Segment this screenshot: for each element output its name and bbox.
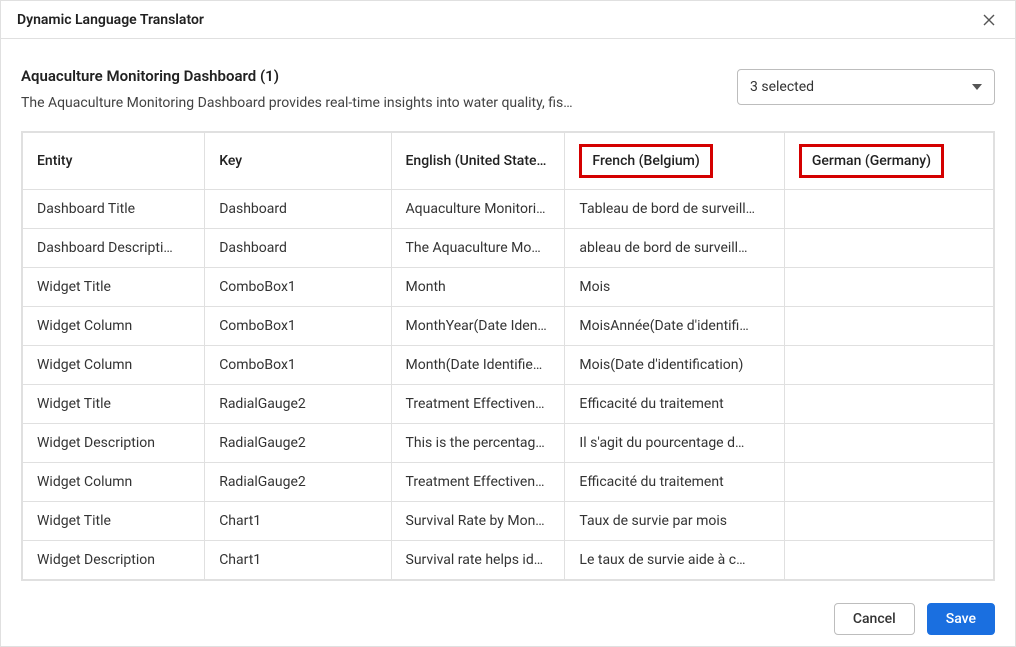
cell-english: Treatment Effectiven… bbox=[391, 463, 565, 502]
cell-french[interactable]: Efficacité du traitement bbox=[565, 385, 784, 424]
cell-french[interactable]: Le taux de survie aide à c… bbox=[565, 541, 784, 580]
cell-german[interactable] bbox=[784, 190, 993, 229]
cell-entity: Dashboard Descripti… bbox=[23, 229, 205, 268]
table-row: Widget ColumnComboBox1Month(Date Identif… bbox=[23, 346, 994, 385]
cell-english: Survival Rate by Mon… bbox=[391, 502, 565, 541]
cell-entity: Widget Title bbox=[23, 502, 205, 541]
table-row: Dashboard Descripti…DashboardThe Aquacul… bbox=[23, 229, 994, 268]
cell-german[interactable] bbox=[784, 346, 993, 385]
cell-french[interactable]: ableau de bord de surveill… bbox=[565, 229, 784, 268]
cell-entity: Widget Title bbox=[23, 385, 205, 424]
close-icon bbox=[983, 14, 995, 26]
cell-entity: Widget Column bbox=[23, 346, 205, 385]
cell-key: Dashboard bbox=[205, 229, 391, 268]
cell-german[interactable] bbox=[784, 424, 993, 463]
cell-key: Chart1 bbox=[205, 502, 391, 541]
cell-german[interactable] bbox=[784, 268, 993, 307]
cell-entity: Widget Column bbox=[23, 463, 205, 502]
cell-german[interactable] bbox=[784, 385, 993, 424]
cell-key: RadialGauge2 bbox=[205, 385, 391, 424]
dialog-footer: Cancel Save bbox=[1, 590, 1015, 646]
table-row: Widget TitleRadialGauge2Treatment Effect… bbox=[23, 385, 994, 424]
table-row: Widget ColumnComboBox1MonthYear(Date Ide… bbox=[23, 307, 994, 346]
cell-french[interactable]: Mois(Date d'identification) bbox=[565, 346, 784, 385]
table-row: Widget TitleComboBox1MonthMois bbox=[23, 268, 994, 307]
dashboard-name: Aquaculture Monitoring Dashboard (1) bbox=[21, 67, 717, 85]
dashboard-info: Aquaculture Monitoring Dashboard (1) The… bbox=[21, 67, 737, 111]
cell-french[interactable]: Efficacité du traitement bbox=[565, 463, 784, 502]
close-button[interactable] bbox=[979, 10, 999, 30]
table-row: Widget TitleChart1Survival Rate by Mon…T… bbox=[23, 502, 994, 541]
cell-french[interactable]: Il s'agit du pourcentage d… bbox=[565, 424, 784, 463]
col-header-key[interactable]: Key bbox=[205, 133, 391, 190]
dialog-body: Aquaculture Monitoring Dashboard (1) The… bbox=[1, 39, 1015, 590]
cell-english: This is the percentag… bbox=[391, 424, 565, 463]
col-header-german-highlight: German (Germany) bbox=[799, 144, 944, 178]
cell-german[interactable] bbox=[784, 541, 993, 580]
col-header-german[interactable]: German (Germany) bbox=[784, 133, 993, 190]
col-header-english[interactable]: English (United States… bbox=[391, 133, 565, 190]
cell-english: Month bbox=[391, 268, 565, 307]
cell-french[interactable]: Mois bbox=[565, 268, 784, 307]
col-header-entity[interactable]: Entity bbox=[23, 133, 205, 190]
cell-german[interactable] bbox=[784, 463, 993, 502]
cell-entity: Widget Description bbox=[23, 541, 205, 580]
translator-dialog: Dynamic Language Translator Aquaculture … bbox=[0, 0, 1016, 647]
cell-french[interactable]: MoisAnnée(Date d'identifi… bbox=[565, 307, 784, 346]
col-header-french-highlight: French (Belgium) bbox=[579, 144, 712, 178]
cell-german[interactable] bbox=[784, 502, 993, 541]
cell-key: RadialGauge2 bbox=[205, 463, 391, 502]
cell-english: Treatment Effectiven… bbox=[391, 385, 565, 424]
col-header-french[interactable]: French (Belgium) bbox=[565, 133, 784, 190]
cell-key: Dashboard bbox=[205, 190, 391, 229]
info-selector-row: Aquaculture Monitoring Dashboard (1) The… bbox=[21, 67, 995, 111]
chevron-down-icon bbox=[972, 84, 982, 90]
cell-entity: Widget Title bbox=[23, 268, 205, 307]
cancel-button[interactable]: Cancel bbox=[834, 603, 915, 635]
cell-english: The Aquaculture Mo… bbox=[391, 229, 565, 268]
cell-key: RadialGauge2 bbox=[205, 424, 391, 463]
language-selector-text: 3 selected bbox=[750, 79, 814, 95]
table-row: Dashboard TitleDashboardAquaculture Moni… bbox=[23, 190, 994, 229]
cell-english: MonthYear(Date Iden… bbox=[391, 307, 565, 346]
translations-table: Entity Key English (United States… Frenc… bbox=[21, 131, 995, 581]
dialog-title: Dynamic Language Translator bbox=[17, 12, 204, 28]
save-button[interactable]: Save bbox=[927, 603, 995, 635]
cell-german[interactable] bbox=[784, 229, 993, 268]
table-row: Widget ColumnRadialGauge2Treatment Effec… bbox=[23, 463, 994, 502]
cell-english: Survival rate helps id… bbox=[391, 541, 565, 580]
cell-entity: Dashboard Title bbox=[23, 190, 205, 229]
table-row: Widget DescriptionRadialGauge2This is th… bbox=[23, 424, 994, 463]
cell-entity: Widget Column bbox=[23, 307, 205, 346]
dashboard-description: The Aquaculture Monitoring Dashboard pro… bbox=[21, 95, 581, 111]
table-header-row: Entity Key English (United States… Frenc… bbox=[23, 133, 994, 190]
cell-key: ComboBox1 bbox=[205, 268, 391, 307]
cell-entity: Widget Description bbox=[23, 424, 205, 463]
cell-german[interactable] bbox=[784, 307, 993, 346]
language-selector[interactable]: 3 selected bbox=[737, 69, 995, 105]
cell-key: Chart1 bbox=[205, 541, 391, 580]
cell-french[interactable]: Taux de survie par mois bbox=[565, 502, 784, 541]
cell-key: ComboBox1 bbox=[205, 307, 391, 346]
table-row: Widget DescriptionChart1Survival rate he… bbox=[23, 541, 994, 580]
cell-key: ComboBox1 bbox=[205, 346, 391, 385]
cell-english: Aquaculture Monitori… bbox=[391, 190, 565, 229]
cell-english: Month(Date Identifie… bbox=[391, 346, 565, 385]
cell-french[interactable]: Tableau de bord de surveill… bbox=[565, 190, 784, 229]
dialog-header: Dynamic Language Translator bbox=[1, 1, 1015, 39]
